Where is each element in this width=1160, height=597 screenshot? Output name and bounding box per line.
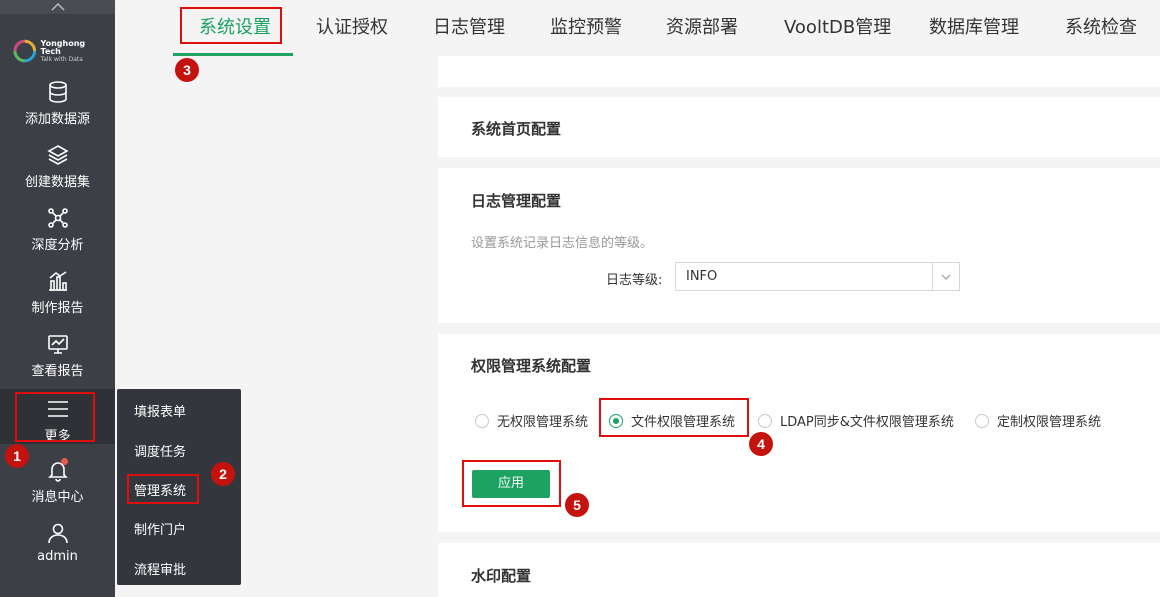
menu-item-fill-form[interactable]: 填报表单: [134, 401, 186, 420]
annotation-number-1: 1: [5, 444, 29, 468]
chevron-down-icon: [941, 274, 951, 280]
select-arrow[interactable]: [932, 263, 959, 290]
tab-log-management[interactable]: 日志管理: [433, 0, 505, 56]
nav-create-dataset[interactable]: 创建数据集: [0, 143, 115, 190]
nav-label: 深度分析: [31, 238, 84, 253]
layers-icon: [46, 145, 69, 165]
radio-label: 定制权限管理系统: [997, 415, 1102, 430]
menu-item-schedule-task[interactable]: 调度任务: [134, 441, 186, 460]
radio-circle: [975, 413, 989, 428]
radio-label: 无权限管理系统: [497, 415, 589, 430]
network-icon: [47, 208, 68, 228]
annotation-number-5: 5: [565, 493, 589, 517]
user-icon: [47, 523, 68, 544]
card-title: 系统首页配置: [471, 120, 562, 138]
nav-label: 制作报告: [31, 301, 84, 316]
nav-user[interactable]: admin: [0, 521, 115, 564]
tab-database-management[interactable]: 数据库管理: [929, 0, 1019, 56]
logo-mark-icon: [13, 39, 37, 63]
left-nav: Yonghong Tech Talk with Data 添加数据源 创建数据集…: [0, 0, 115, 597]
radio-label: LDAP同步&文件权限管理系统: [780, 415, 954, 430]
nav-make-report[interactable]: 制作报告: [0, 269, 115, 316]
annotation-number-2: 2: [211, 462, 235, 486]
tab-resource-deploy[interactable]: 资源部署: [666, 0, 738, 56]
active-tab-indicator: [173, 53, 293, 56]
tab-monitor-alert[interactable]: 监控预警: [550, 0, 622, 56]
nav-label: 添加数据源: [24, 112, 90, 127]
log-level-select[interactable]: INFO: [675, 262, 960, 291]
card-log-config: 日志管理配置 设置系统记录日志信息的等级。: [438, 168, 1160, 323]
card-homepage-config: 系统首页配置: [438, 97, 1160, 157]
radio-custom-permission[interactable]: 定制权限管理系统: [975, 411, 1101, 430]
radio-circle: [758, 413, 772, 428]
annotation-box-file-permission: [599, 398, 749, 437]
database-icon: [48, 81, 67, 103]
tab-system-check[interactable]: 系统检查: [1065, 0, 1137, 56]
annotation-box-more: [15, 392, 95, 442]
nav-label: admin: [37, 549, 78, 564]
annotation-box-apply: [462, 460, 561, 507]
radio-ldap-file-permission[interactable]: LDAP同步&文件权限管理系统: [758, 411, 954, 430]
nav-add-datasource[interactable]: 添加数据源: [0, 80, 115, 127]
nav-label: 创建数据集: [24, 175, 90, 190]
chart-icon: [48, 271, 67, 291]
log-level-value: INFO: [686, 269, 718, 284]
annotation-box-system-settings: [180, 7, 282, 44]
card-partial-top: [438, 56, 1160, 87]
logo-subtitle: Talk with Data: [40, 55, 83, 63]
collapse-up-button[interactable]: [0, 0, 115, 14]
card-title: 权限管理系统配置: [471, 357, 592, 375]
tab-vooltdb[interactable]: VooltDB管理: [784, 0, 891, 56]
menu-item-workflow-approval[interactable]: 流程审批: [134, 559, 186, 578]
card-title: 日志管理配置: [471, 192, 562, 210]
annotation-number-4: 4: [749, 432, 773, 456]
menu-item-make-portal[interactable]: 制作门户: [134, 519, 186, 538]
chevron-up-icon: [50, 3, 65, 11]
nav-deep-analysis[interactable]: 深度分析: [0, 206, 115, 253]
annotation-number-3: 3: [175, 58, 199, 82]
radio-no-permission[interactable]: 无权限管理系统: [475, 411, 588, 430]
log-level-label: 日志等级:: [606, 273, 663, 288]
radio-circle: [475, 413, 489, 428]
monitor-icon: [47, 335, 68, 354]
nav-label: 消息中心: [31, 490, 84, 505]
annotation-box-admin-system: [127, 474, 199, 504]
card-title: 水印配置: [471, 567, 532, 585]
card-watermark-config: 水印配置: [438, 543, 1160, 597]
notification-badge: [61, 458, 68, 465]
nav-label: 查看报告: [31, 364, 84, 379]
nav-view-report[interactable]: 查看报告: [0, 332, 115, 379]
logo-title: Yonghong Tech: [40, 38, 86, 56]
card-description: 设置系统记录日志信息的等级。: [471, 236, 654, 251]
logo: Yonghong Tech Talk with Data: [12, 34, 107, 68]
tab-auth[interactable]: 认证授权: [316, 0, 388, 56]
